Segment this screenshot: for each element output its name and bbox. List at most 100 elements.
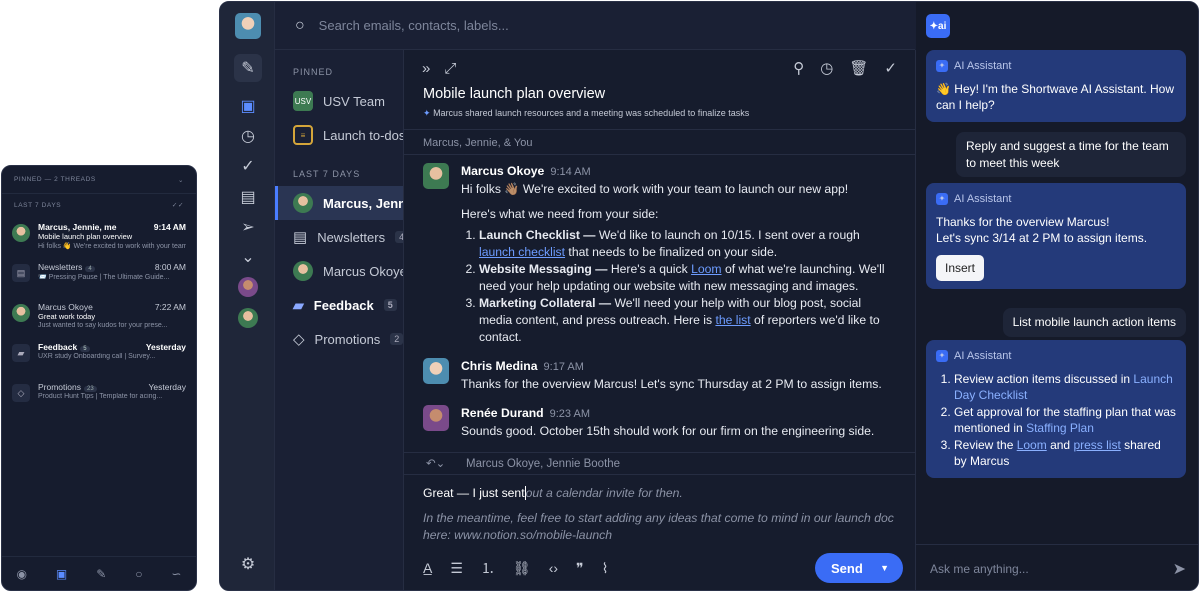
sparkle-icon: ✦ [936,60,948,73]
phone-thread-row[interactable]: Marcus Okoye 7:22 AM Great work today Jus… [2,296,196,336]
pin-icon[interactable]: ⚲ [793,59,804,77]
loom-link[interactable]: Loom [691,262,722,276]
list-item[interactable]: ▰ Feedback 5 [275,288,403,322]
todo-icon: ≡ [293,125,313,145]
numbered-list-icon[interactable]: ⒈ [481,558,495,578]
mobile-preview: PINNED — 2 THREADS ⌄ LAST 7 DAYS ✓✓ Marcus… [1,165,197,591]
thread-title: Mobile launch plan overview [423,86,606,102]
launch-checklist-link[interactable]: launch checklist [479,245,565,259]
newsletter-icon: ▤ [12,264,30,282]
send-icon[interactable]: ➤ [1173,559,1186,579]
newsletter-icon: ▤ [293,229,308,246]
phone-bottom-nav: ◉ ▣ ✎ ○ ∽ [2,556,196,590]
avatar [423,405,449,431]
reply-recipients[interactable]: ↶⌄ Marcus Okoye, Jennie Boothe [404,452,915,474]
loom-link[interactable]: Loom [1017,438,1047,452]
chevron-down-icon: ⌄ [177,176,184,184]
contact-avatar[interactable] [234,273,262,301]
chevron-down-icon[interactable]: ⌄ [234,243,262,271]
attach-icon[interactable]: ⌇ [602,560,609,577]
thread-list: PINNED USV USV Team ≡ Launch to-dos LAST 7… [275,50,403,590]
phone-last7-header: LAST 7 DAYS ✓✓ [14,201,184,210]
insert-button[interactable]: Insert [936,254,985,281]
compose-toolbar: A̲ ☰ ⒈ ⛓ ‹› ❞ ⌇ Send ▼ [423,552,903,584]
last7-header: LAST 7 DAYS [293,169,361,179]
inbox-icon[interactable]: ▣ [56,567,67,581]
list-link[interactable]: the list [715,313,750,327]
phone-thread-row[interactable]: ▰ Feedback 5 Yesterday UXR study Onboardin… [2,336,196,376]
compose-icon[interactable]: ✎ [234,54,262,82]
label-icon: ▰ [293,296,304,313]
list-item[interactable]: Marcus Okoye [275,254,403,288]
ai-assistant-panel: ✦ai ✦ AI Assistant 👋 Hey! I'm the Shortwa… [916,2,1198,590]
label-icon: ▰ [12,344,30,362]
reply-editor[interactable]: Great — I just sentout a calendar invite… [404,474,915,554]
staffing-plan-link[interactable]: Staffing Plan [1026,421,1094,435]
chevron-down-icon[interactable]: ▼ [880,563,889,573]
message: Renée Durand 9:23 AM Sounds good. October … [404,393,915,440]
ai-input[interactable] [930,561,1165,576]
phone-thread-row[interactable]: Marcus, Jennie, me 9:14 AM Mobile launch … [2,216,196,256]
drafts-icon[interactable]: ▤ [234,183,262,211]
account-avatar[interactable] [234,12,262,40]
desktop-app: ✎ ▣ ◷ ✓ ▤ ➢ ⌄ ⚙ ○ PINNED USVUSV Team ≡La… [219,1,1199,591]
inbox-icon[interactable]: ▣ [234,92,262,120]
text-style-icon[interactable]: A̲ [423,560,432,576]
search-input[interactable] [318,18,719,33]
phone-pinned-header[interactable]: PINNED — 2 THREADS ⌄ [2,166,196,194]
bullet-list-icon[interactable]: ☰ [450,560,463,577]
user-message: Reply and suggest a time for the team to… [956,132,1186,177]
list-item[interactable]: ≡ Launch to-dos [275,118,403,152]
message: Chris Medina 9:17 AM Thanks for the overvi… [404,346,915,393]
avatar [423,163,449,189]
thread-view: » ⤢ ⚲ ◷ 🗑 ✓ Mobile launch plan overview ✦ Ma… [403,50,916,590]
ai-icon[interactable]: ∽ [171,567,181,581]
avatar [12,304,30,322]
list-item[interactable]: ▤Newsletters4 [275,220,403,254]
sent-icon[interactable]: ➢ [234,213,262,241]
done-icon[interactable]: ✓ [234,152,262,180]
participants[interactable]: Marcus, Jennie, & You [404,129,915,155]
check-all-icon[interactable]: ✓✓ [172,201,184,209]
code-icon[interactable]: ‹› [549,560,558,576]
sparkle-icon: ✦ [936,350,948,363]
quote-icon[interactable]: ❞ [576,560,584,577]
link-icon[interactable]: ⛓ [513,560,531,577]
snooze-icon[interactable]: ◷ [820,59,833,77]
tag-icon: ◇ [293,331,305,348]
ai-message: ✦ AI Assistant 👋 Hey! I'm the Shortwave A… [926,50,1186,122]
clock-icon[interactable]: ◷ [234,122,262,150]
pinned-header: PINNED [293,67,334,77]
reply-icon: ↶⌄ [426,458,446,470]
ai-logo-icon: ✦ai [926,14,950,38]
phone-thread-row[interactable]: ▤ Newsletters 4 8:00 AM 📨 Pressing Pause |… [2,256,196,296]
done-icon[interactable]: ✓ [884,59,897,77]
contact-avatar[interactable] [234,304,262,332]
ai-message: ✦ AI Assistant Thanks for the overview Ma… [926,183,1186,289]
message: Marcus Okoye 9:14 AM Hi folks 👋🏽 We're ex… [404,155,915,346]
nav-rail: ✎ ▣ ◷ ✓ ▤ ➢ ⌄ ⚙ [220,2,275,590]
phone-thread-row[interactable]: ◇ Promotions 23 Yesterday Product Hunt Tip… [2,376,196,416]
usv-icon: USV [293,91,313,111]
list-item-selected[interactable]: Marcus, Jennie [275,186,403,220]
send-button[interactable]: Send ▼ [815,553,903,583]
collapse-icon[interactable]: » [422,60,430,77]
search-bar: ○ [275,2,915,50]
press-list-link[interactable]: press list [1073,438,1120,452]
compose-icon[interactable]: ✎ [96,567,106,581]
avatar-icon[interactable]: ◉ [16,567,26,581]
tag-icon: ◇ [12,384,30,402]
trash-icon[interactable]: 🗑 [849,59,868,77]
expand-icon[interactable]: ⤢ [444,60,456,77]
sparkle-icon: ✦ [936,193,948,206]
ai-summary: ✦ Marcus shared launch resources and a m… [423,108,750,118]
settings-icon[interactable]: ⚙ [234,550,262,578]
sparkle-icon: ✦ [423,108,431,118]
ai-input-bar: ➤ [916,544,1198,590]
search-icon: ○ [295,16,305,34]
search-icon[interactable]: ○ [135,567,142,581]
list-item[interactable]: USV USV Team [275,84,403,118]
list-item[interactable]: ◇ Promotions 2 [275,322,403,356]
avatar [423,358,449,384]
user-message: List mobile launch action items [1002,308,1186,337]
